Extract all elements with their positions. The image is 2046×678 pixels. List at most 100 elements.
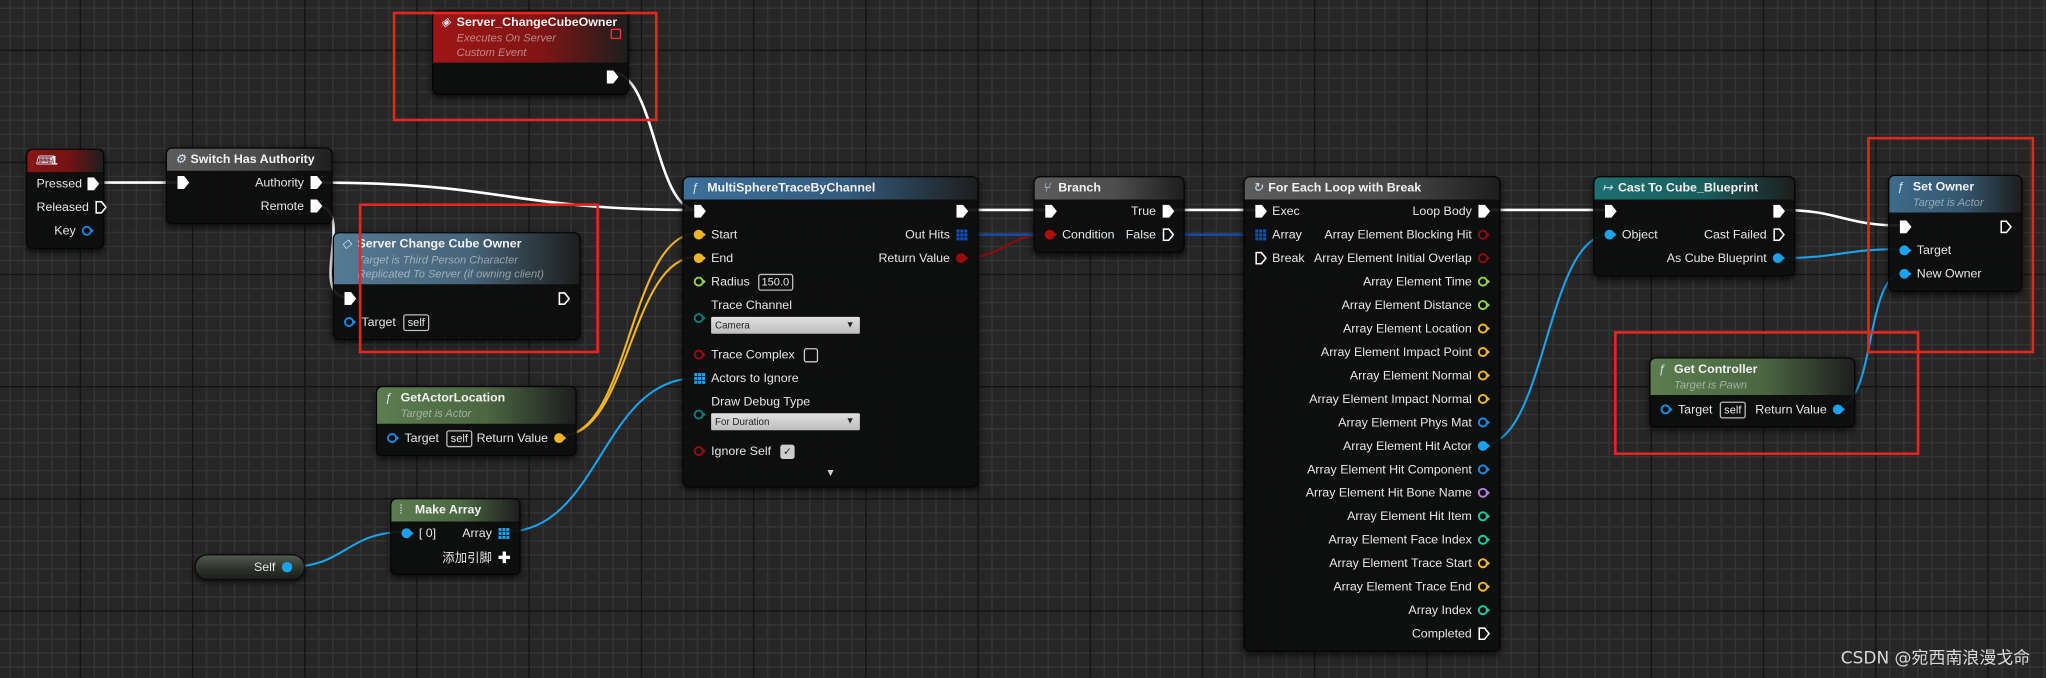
node-header[interactable]: ⑂ Branch [1034, 177, 1184, 200]
node-foreach[interactable]: ↻ For Each Loop with Break Exec Loop Body Ar… [1243, 176, 1501, 652]
multisphere-pin-in[interactable]: Ignore Self ✓ [693, 443, 795, 459]
node-branch[interactable]: ⑂ Branch True Condition False [1033, 176, 1185, 253]
multisphere-pin-in[interactable]: Draw Debug Type For Duration ▼ [693, 390, 860, 431]
default-value-input[interactable]: 150.0 [757, 273, 794, 291]
switch-authority-pin-in[interactable] [176, 176, 189, 190]
key-event-pin-out[interactable]: Released [37, 200, 108, 214]
exec-pin-icon[interactable] [1044, 204, 1057, 218]
data-pin-icon[interactable] [1477, 299, 1491, 312]
multisphere-pin-in[interactable]: Trace Complex [693, 347, 819, 362]
data-pin-icon[interactable] [386, 432, 400, 445]
foreach-pin-out[interactable]: Array Element Normal [1350, 368, 1491, 383]
data-pin-icon[interactable] [693, 252, 706, 265]
foreach-pin-out[interactable]: Completed [1412, 626, 1490, 641]
data-pin-icon[interactable] [1477, 604, 1491, 617]
exec-pin-icon[interactable] [1772, 204, 1785, 218]
multisphere-pin-out[interactable]: Return Value [878, 251, 969, 265]
exec-pin-icon[interactable] [94, 200, 107, 214]
cast-pin-in[interactable] [1604, 204, 1617, 218]
exec-pin-icon[interactable] [693, 204, 706, 218]
multisphere-pin-in[interactable] [693, 204, 706, 218]
get-actor-location-pin-out[interactable]: Return Value [477, 431, 567, 445]
data-pin-icon[interactable] [1477, 486, 1491, 499]
data-pin-icon[interactable] [1477, 439, 1491, 452]
foreach-pin-out[interactable]: Array Element Face Index [1329, 533, 1491, 547]
exec-pin-icon[interactable] [1254, 251, 1267, 265]
foreach-pin-in[interactable]: Break [1254, 251, 1305, 265]
foreach-pin-out[interactable]: Array Element Time [1363, 274, 1491, 289]
make-array-pin-out[interactable]: Array [462, 526, 510, 540]
node-get-actor-location[interactable]: ƒ GetActorLocation Target is Actor Target se… [375, 385, 577, 457]
foreach-pin-in[interactable]: Exec [1254, 204, 1300, 218]
data-pin-icon[interactable] [693, 228, 706, 241]
cast-pin-out[interactable] [1772, 204, 1785, 218]
data-pin-icon[interactable] [693, 408, 706, 421]
data-pin-icon[interactable] [81, 224, 94, 237]
checkbox[interactable]: ✓ [780, 443, 795, 459]
data-pin-icon[interactable] [1477, 346, 1491, 359]
branch-pin-out[interactable]: True [1131, 204, 1174, 218]
foreach-pin-out[interactable]: Array Element Impact Point [1321, 345, 1491, 359]
exec-pin-icon[interactable] [1772, 228, 1785, 242]
foreach-pin-out[interactable]: Array Element Distance [1342, 298, 1491, 312]
self-node[interactable]: Self [194, 554, 306, 581]
foreach-pin-out[interactable]: Array Element Hit Bone Name [1306, 486, 1491, 500]
data-pin-icon[interactable] [1477, 322, 1491, 335]
data-pin-icon[interactable] [1477, 416, 1491, 429]
multisphere-pin-in[interactable]: Actors to Ignore [693, 371, 799, 385]
node-key-event[interactable]: ⌨1 Pressed Released Key [26, 148, 107, 250]
data-pin-icon[interactable] [1477, 252, 1491, 265]
foreach-pin-out[interactable]: Array Element Hit Component [1307, 462, 1491, 477]
exec-pin-icon[interactable] [1477, 204, 1490, 218]
data-pin-icon[interactable] [693, 275, 706, 288]
exec-pin-icon[interactable] [1161, 228, 1174, 242]
foreach-pin-out[interactable]: Array Element Trace Start [1329, 556, 1491, 570]
node-switch-authority[interactable]: ⚙ Switch Has Authority Authority Remote [165, 147, 333, 225]
dropdown-select[interactable]: Camera ▼ [711, 316, 860, 334]
data-pin-icon[interactable] [343, 316, 357, 329]
cast-pin-in[interactable]: Object [1604, 228, 1658, 242]
node-cast[interactable]: ↦ Cast To Cube_Blueprint Object Cast Failed… [1593, 176, 1796, 277]
exec-pin-icon[interactable] [309, 199, 322, 213]
data-pin-icon[interactable] [1477, 580, 1491, 593]
multisphere-pin-out[interactable]: Out Hits [905, 228, 968, 242]
data-pin-icon[interactable] [693, 445, 706, 458]
array-pin-icon[interactable] [955, 228, 968, 241]
cast-pin-out[interactable]: Cast Failed [1704, 228, 1785, 242]
expand-arrow-icon[interactable]: ▼ [825, 466, 835, 478]
array-pin-icon[interactable] [693, 372, 706, 385]
get-actor-location-pin-in[interactable]: Target self [386, 429, 472, 447]
exec-pin-icon[interactable] [1477, 627, 1490, 641]
array-pin-icon[interactable] [497, 527, 510, 540]
server-call-pin-in[interactable] [343, 292, 356, 306]
node-header[interactable]: ⚙ Switch Has Authority [167, 148, 332, 171]
node-header[interactable]: ↻ For Each Loop with Break [1244, 177, 1500, 200]
wire[interactable] [1483, 233, 1609, 446]
self-output-pin-icon[interactable] [281, 561, 294, 574]
multisphere-pin-out[interactable] [955, 204, 968, 218]
blueprint-graph-canvas[interactable]: ⌨1 Pressed Released Key ⚙ Switch Has Authorit… [0, 0, 2046, 678]
data-pin-icon[interactable] [401, 527, 414, 540]
foreach-pin-out[interactable]: Array Element Blocking Hit [1324, 228, 1491, 242]
foreach-pin-out[interactable]: Array Element Phys Mat [1338, 415, 1491, 430]
array-pin-icon[interactable] [1254, 228, 1267, 241]
data-pin-icon[interactable] [1772, 252, 1785, 265]
data-pin-icon[interactable] [1604, 228, 1617, 241]
data-pin-icon[interactable] [1477, 228, 1491, 241]
exec-pin-icon[interactable] [87, 177, 100, 191]
data-pin-icon[interactable] [1477, 275, 1491, 288]
foreach-pin-in[interactable]: Array [1254, 228, 1302, 242]
node-header[interactable]: ƒ GetActorLocation Target is Actor [377, 387, 576, 424]
node-header[interactable]: ↦ Cast To Cube_Blueprint [1594, 177, 1795, 200]
foreach-pin-out[interactable]: Array Element Trace End [1333, 580, 1491, 594]
exec-pin-icon[interactable] [1254, 204, 1267, 218]
switch-authority-pin-out[interactable]: Authority [255, 175, 322, 190]
data-pin-icon[interactable] [1477, 369, 1491, 382]
node-multisphere[interactable]: ƒ MultiSphereTraceByChannel Start Out Hits E… [682, 176, 979, 488]
wire[interactable] [287, 530, 405, 569]
checkbox[interactable] [803, 347, 819, 362]
cast-pin-out[interactable]: As Cube Blueprint [1667, 251, 1785, 265]
data-pin-icon[interactable] [1044, 228, 1057, 241]
foreach-pin-out[interactable]: Loop Body [1413, 204, 1491, 218]
data-pin-icon[interactable] [1477, 557, 1491, 570]
